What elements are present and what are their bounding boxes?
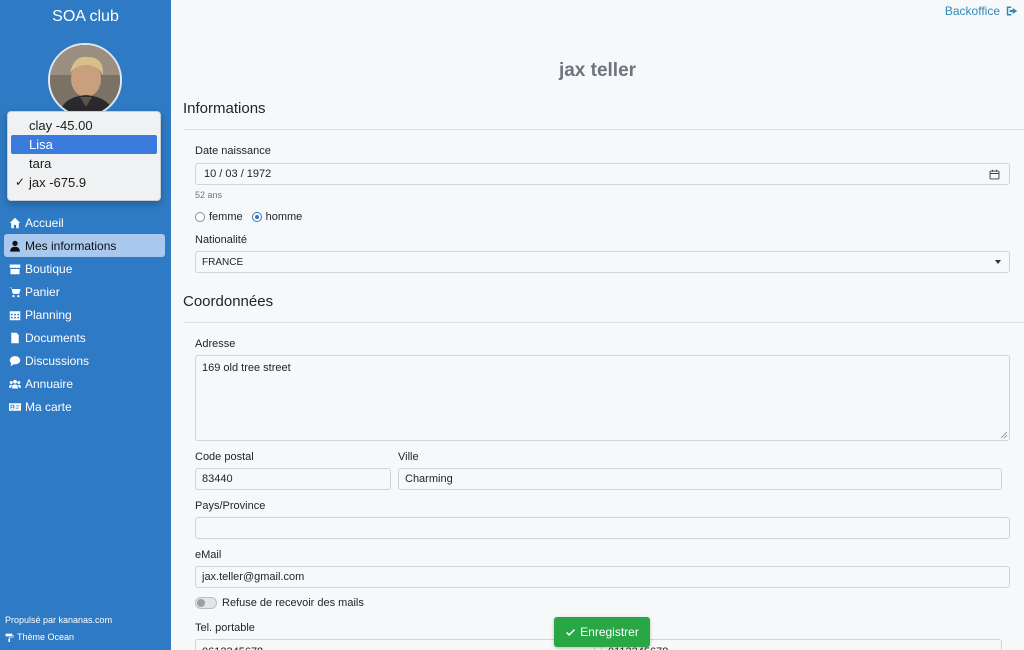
store-icon [8,263,22,275]
sidebar-item-accueil[interactable]: Accueil [4,211,165,234]
sidebar-item-label: Annuaire [25,376,74,391]
mobile-input[interactable]: 0612345678 [195,639,595,650]
comment-icon [8,355,22,367]
backoffice-link[interactable]: Backoffice [945,4,1018,18]
sidebar-item-label: Discussions [25,353,90,368]
section-title-informations: Informations [183,100,266,117]
sidebar-item-label: Boutique [25,261,73,276]
id-card-icon [8,401,22,413]
address-label: Adresse [195,338,236,350]
users-icon [8,378,22,390]
email-label: eMail [195,549,222,561]
powered-by[interactable]: Propulsé par kananas.com [5,615,112,625]
sidebar-item-documents[interactable]: Documents [4,326,165,349]
sign-out-icon [1006,6,1018,16]
member-option-tara[interactable]: tara [11,154,157,173]
section-title-coordonnees: Coordonnées [183,293,274,310]
member-option-lisa[interactable]: Lisa [11,135,157,154]
refuse-mail-toggle[interactable] [195,597,217,609]
divider [183,129,1024,130]
file-icon [8,332,22,344]
member-switcher[interactable]: clay -45.00 Lisa tara ✓ jax -675.9 [7,111,161,201]
sidebar-item-label: Documents [25,330,86,345]
user-icon [8,240,22,252]
sidebar-item-mes-informations[interactable]: Mes informations [4,234,165,257]
sidebar-item-boutique[interactable]: Boutique [4,257,165,280]
avatar[interactable] [48,43,122,117]
sidebar-item-panier[interactable]: Panier [4,280,165,303]
phone-input[interactable]: 0112345678 [601,639,1002,650]
sidebar-item-label: Panier [25,284,60,299]
caret-down-icon [995,260,1001,264]
gender-female-radio[interactable] [195,212,205,222]
main-content: Backoffice jax teller Informations Date … [171,0,1024,650]
page-title: jax teller [558,60,637,81]
gender-radio-group: femme homme [195,211,311,223]
gender-male-label[interactable]: homme [266,211,303,223]
province-input[interactable] [195,517,1010,539]
check-icon [566,628,576,636]
theme-selector[interactable]: Thème Ocean [5,632,74,642]
sidebar-item-label: Ma carte [25,399,72,414]
sidebar-item-ma-carte[interactable]: Ma carte [4,395,165,418]
paint-roller-icon [5,633,14,642]
sidebar-nav: Accueil Mes informations Boutique Panier… [4,211,165,418]
sidebar-item-annuaire[interactable]: Annuaire [4,372,165,395]
calendar-icon[interactable] [989,169,1000,180]
gender-male-radio[interactable] [251,212,262,222]
sidebar-item-discussions[interactable]: Discussions [4,349,165,372]
address-textarea[interactable]: 169 old tree street [195,355,1010,441]
club-name: SOA club [52,8,119,25]
calendar-grid-icon [8,309,22,321]
resize-handle-icon[interactable] [1000,431,1008,439]
nationality-select[interactable]: FRANCE [195,251,1010,273]
gender-female-label[interactable]: femme [209,211,243,223]
province-label: Pays/Province [195,500,266,512]
save-button[interactable]: Enregistrer [554,617,650,647]
divider [183,322,1024,323]
city-label: Ville [398,451,419,463]
sidebar-item-label: Mes informations [25,238,117,253]
home-icon [8,217,22,229]
city-input[interactable]: Charming [398,468,1002,490]
postal-code-label: Code postal [195,451,254,463]
birth-date-label: Date naissance [195,145,271,157]
mobile-label: Tel. portable [195,622,255,634]
birth-date-input[interactable]: 10 / 03 / 1972 [195,163,1010,185]
sidebar-item-label: Planning [25,307,72,322]
sidebar-item-planning[interactable]: Planning [4,303,165,326]
member-option-jax[interactable]: ✓ jax -675.9 [11,173,157,192]
cart-icon [8,286,22,298]
nationality-label: Nationalité [195,234,247,246]
member-option-clay[interactable]: clay -45.00 [11,116,157,135]
postal-code-input[interactable]: 83440 [195,468,391,490]
age-text: 52 ans [195,190,223,200]
check-icon: ✓ [15,175,26,189]
sidebar: SOA club clay -45.00 Lisa tara ✓ jax -675… [0,0,171,650]
refuse-mail-label[interactable]: Refuse de recevoir des mails [222,597,364,609]
email-input[interactable]: jax.teller@gmail.com [195,566,1010,588]
sidebar-item-label: Accueil [25,215,64,230]
